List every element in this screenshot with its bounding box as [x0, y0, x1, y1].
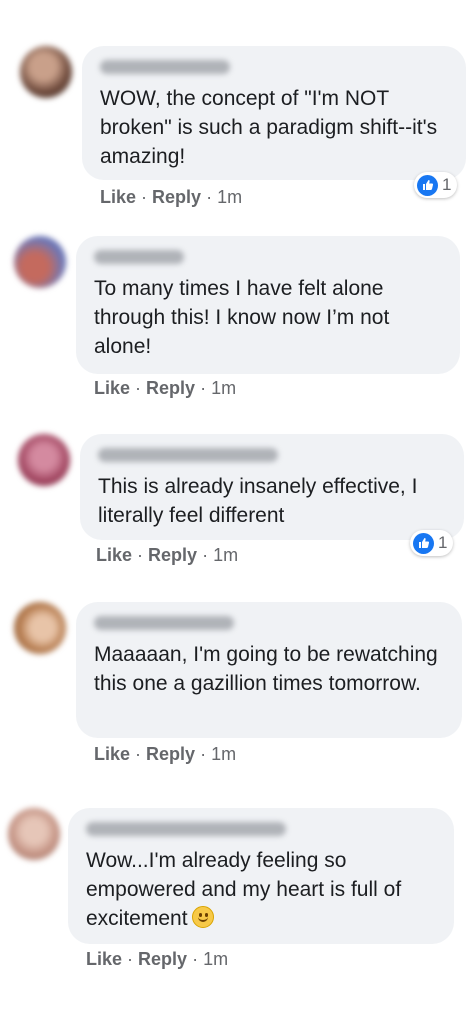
like-link[interactable]: Like	[94, 744, 130, 764]
reaction-count: 1	[442, 175, 452, 194]
reply-link[interactable]: Reply	[138, 949, 187, 969]
like-link[interactable]: Like	[96, 545, 132, 565]
reaction-summary[interactable]: 1	[414, 172, 458, 198]
comment-bubble: This is already insanely effective, I li…	[80, 434, 464, 540]
comment-text: Maaaaan, I'm going to be rewatching this…	[94, 643, 438, 695]
reaction-count: 1	[438, 533, 448, 552]
like-link[interactable]: Like	[94, 378, 130, 398]
separator: ·	[192, 949, 199, 969]
reply-link[interactable]: Reply	[148, 545, 197, 565]
separator: ·	[141, 187, 148, 207]
separator: ·	[200, 744, 207, 764]
timestamp[interactable]: 1m	[213, 545, 238, 565]
timestamp[interactable]: 1m	[211, 378, 236, 398]
slightly-smiling-face-icon	[191, 906, 214, 928]
timestamp[interactable]: 1m	[211, 744, 236, 764]
separator: ·	[200, 378, 207, 398]
separator: ·	[202, 545, 209, 565]
comment-bubble: Maaaaan, I'm going to be rewatching this…	[76, 602, 462, 738]
separator: ·	[135, 378, 142, 398]
reply-link[interactable]: Reply	[152, 187, 201, 207]
author-name-blurred[interactable]	[98, 448, 278, 462]
comment-actions: Like · Reply · 1m	[94, 744, 236, 765]
comment-text: This is already insanely effective, I li…	[98, 475, 418, 527]
thumbs-up-icon	[413, 532, 434, 554]
separator: ·	[127, 949, 134, 969]
separator: ·	[135, 744, 142, 764]
avatar[interactable]	[14, 602, 66, 654]
author-name-blurred[interactable]	[100, 60, 230, 74]
separator: ·	[137, 545, 144, 565]
comment-bubble: WOW, the concept of "I'm NOT broken" is …	[82, 46, 466, 180]
avatar[interactable]	[18, 434, 70, 486]
separator: ·	[206, 187, 213, 207]
reaction-summary[interactable]: 1	[410, 530, 454, 556]
like-link[interactable]: Like	[86, 949, 122, 969]
like-link[interactable]: Like	[100, 187, 136, 207]
avatar[interactable]	[8, 808, 60, 860]
reply-link[interactable]: Reply	[146, 378, 195, 398]
avatar[interactable]	[20, 46, 72, 98]
comment-actions: Like · Reply · 1m	[86, 949, 228, 970]
reply-link[interactable]: Reply	[146, 744, 195, 764]
comment-text: To many times I have felt alone through …	[94, 277, 390, 358]
author-name-blurred[interactable]	[86, 822, 286, 836]
comment-text: WOW, the concept of "I'm NOT broken" is …	[100, 87, 438, 168]
author-name-blurred[interactable]	[94, 250, 184, 264]
timestamp[interactable]: 1m	[203, 949, 228, 969]
comment-actions: Like · Reply · 1m	[96, 545, 238, 566]
comment-text: Wow...I'm already feeling so empowered a…	[86, 846, 438, 933]
comment-actions: Like · Reply · 1m	[100, 187, 242, 208]
comment-actions: Like · Reply · 1m	[94, 378, 236, 399]
thumbs-up-icon	[417, 174, 438, 196]
comment-bubble: Wow...I'm already feeling so empowered a…	[68, 808, 454, 944]
timestamp[interactable]: 1m	[217, 187, 242, 207]
avatar[interactable]	[14, 236, 66, 288]
comment-bubble: To many times I have felt alone through …	[76, 236, 460, 374]
author-name-blurred[interactable]	[94, 616, 234, 630]
comment-text-content: Wow...I'm already feeling so empowered a…	[86, 849, 402, 930]
